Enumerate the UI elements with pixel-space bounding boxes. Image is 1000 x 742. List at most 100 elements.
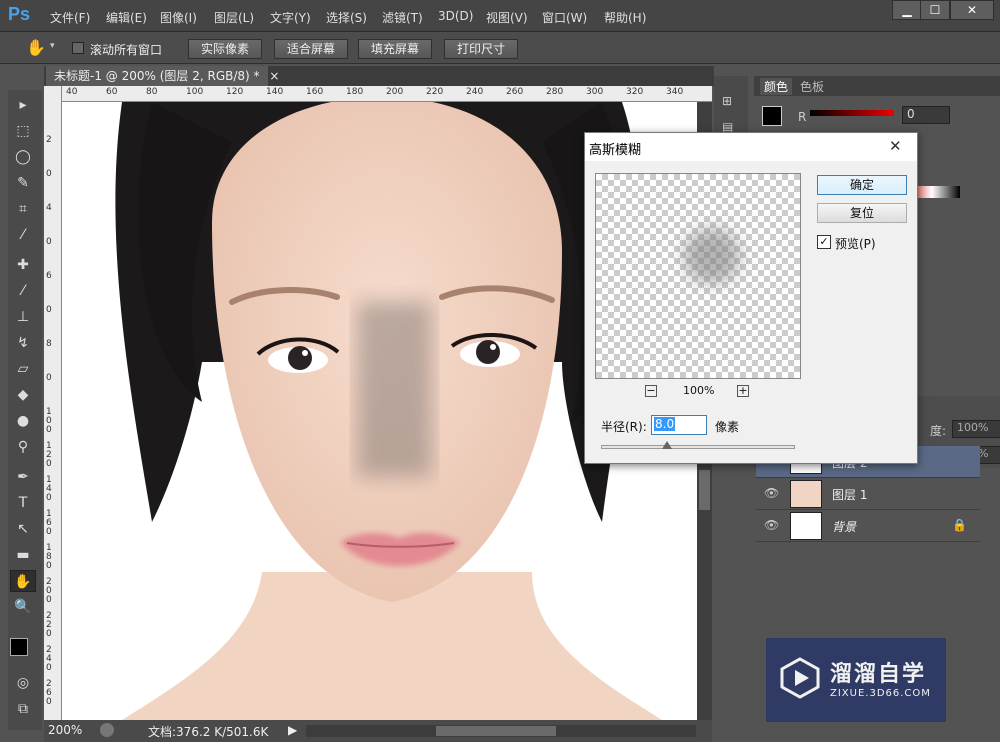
foreground-color-swatch[interactable]: [10, 638, 28, 656]
menu-window[interactable]: 窗口(W): [542, 9, 587, 26]
status-info-icon[interactable]: [100, 723, 114, 737]
layer-row-background[interactable]: 👁 背景 🔒: [756, 510, 980, 542]
tab-color[interactable]: 颜色: [760, 78, 793, 95]
healing-brush-tool-icon[interactable]: ✚: [10, 254, 36, 276]
lasso-tool-icon[interactable]: ◯: [10, 146, 36, 168]
actual-pixels-button[interactable]: 实际像素: [188, 39, 262, 59]
gaussian-blur-dialog: 高斯模糊 ✕ − 100% + 确定 复位 ✓ 预览(P) 半径(R): 8.0…: [584, 132, 918, 464]
menu-layer[interactable]: 图层(L): [214, 9, 254, 26]
maximize-button[interactable]: ☐: [920, 0, 950, 20]
opacity-input[interactable]: 100%: [952, 420, 1000, 438]
ruler-left-label: 6: [46, 271, 52, 281]
paint-bucket-tool-icon[interactable]: ◆: [10, 384, 36, 406]
quick-mask-icon[interactable]: ◎: [10, 672, 36, 694]
brush-tool-icon[interactable]: ⁄: [10, 280, 36, 302]
menu-type[interactable]: 文字(Y): [270, 9, 311, 26]
ruler-left-label: 0: [46, 373, 52, 383]
history-brush-tool-icon[interactable]: ↯: [10, 332, 36, 354]
scroll-all-windows-checkbox[interactable]: [72, 42, 84, 54]
ruler-top-label: 180: [346, 87, 364, 97]
status-bar: 200% 文档:376.2 K/501.6K ▶: [44, 720, 712, 742]
dialog-titlebar: 高斯模糊 ✕: [585, 133, 917, 161]
blur-tool-icon[interactable]: ●: [10, 410, 36, 432]
color-panel-tabs: 颜色 色板: [754, 76, 1000, 96]
background-thumbnail: [790, 512, 822, 540]
zoom-level[interactable]: 200%: [48, 723, 82, 737]
watermark-logo: 溜溜自学 ZIXUE.3D66.COM: [766, 638, 946, 722]
clone-stamp-tool-icon[interactable]: ⊥: [10, 306, 36, 328]
background-layer-name[interactable]: 背景: [832, 518, 856, 535]
dodge-tool-icon[interactable]: ⚲: [10, 436, 36, 458]
ruler-left-label: 0: [46, 237, 52, 247]
panel-foreground-swatch[interactable]: [762, 106, 782, 126]
ok-button[interactable]: 确定: [817, 175, 907, 195]
print-size-button[interactable]: 打印尺寸: [444, 39, 518, 59]
hand-tool-icon[interactable]: ✋: [10, 570, 36, 592]
fill-screen-button[interactable]: 填充屏幕: [358, 39, 432, 59]
horizontal-scrollbar-thumb[interactable]: [436, 726, 556, 736]
ruler-top-label: 80: [146, 87, 158, 97]
menu-help[interactable]: 帮助(H): [604, 9, 646, 26]
preview-checkbox[interactable]: ✓: [817, 235, 831, 249]
menu-edit[interactable]: 编辑(E): [106, 9, 147, 26]
fit-screen-button[interactable]: 适合屏幕: [274, 39, 348, 59]
radius-input[interactable]: 8.0: [651, 415, 707, 435]
layer-row-1[interactable]: 👁 图层 1: [756, 478, 980, 510]
photoshop-logo: Ps: [8, 4, 31, 24]
menu-image[interactable]: 图像(I): [160, 9, 197, 26]
rectangle-tool-icon[interactable]: ▬: [10, 544, 36, 566]
hand-tool-preset-icon[interactable]: ✋: [26, 38, 46, 57]
eye-icon[interactable]: 👁: [764, 486, 779, 500]
eyedropper-tool-icon[interactable]: ⁄: [10, 224, 36, 246]
ruler-top-label: 320: [626, 87, 644, 97]
menu-select[interactable]: 选择(S): [326, 9, 367, 26]
channel-r-label: R: [798, 110, 807, 124]
crop-tool-icon[interactable]: ⌗: [10, 198, 36, 220]
dialog-title: 高斯模糊: [589, 143, 642, 158]
blur-preview[interactable]: [595, 173, 801, 379]
tab-swatches[interactable]: 色板: [800, 78, 824, 95]
pen-tool-icon[interactable]: ✒: [10, 466, 36, 488]
red-slider[interactable]: [810, 110, 894, 116]
scrollbar-thumb[interactable]: [699, 470, 710, 510]
screen-mode-icon[interactable]: ⧉: [10, 698, 36, 720]
ruler-top-label: 260: [506, 87, 524, 97]
horizontal-scrollbar[interactable]: [306, 725, 696, 737]
chevron-down-icon[interactable]: ▾: [50, 41, 55, 51]
close-window-button[interactable]: ✕: [950, 0, 994, 20]
ruler-vertical: 2 0 4 0 6 0 8 0 1 0 0 1 2 0 1 4 0 1 6 0 1 8 0 2 0 0 2 …: [44, 86, 62, 720]
menu-3d[interactable]: 3D(D): [438, 9, 473, 23]
radius-slider-track[interactable]: [601, 445, 795, 449]
eraser-tool-icon[interactable]: ▱: [10, 358, 36, 380]
layer-1-name[interactable]: 图层 1: [832, 486, 867, 503]
close-tab-icon[interactable]: ×: [269, 69, 279, 83]
document-tab[interactable]: 未标题-1 @ 200% (图层 2, RGB/8) * ×: [46, 66, 279, 86]
ruler-top-label: 280: [546, 87, 564, 97]
move-tool-icon[interactable]: ▸: [10, 94, 36, 116]
history-panel-icon[interactable]: ⊞: [722, 94, 732, 108]
type-tool-icon[interactable]: T: [10, 492, 36, 514]
radius-slider-thumb[interactable]: [661, 441, 672, 449]
red-value-input[interactable]: 0: [902, 106, 950, 124]
dialog-close-button[interactable]: ✕: [889, 137, 902, 155]
quick-select-tool-icon[interactable]: ✎: [10, 172, 36, 194]
ruler-horizontal: 40 60 80 100 120 140 160 180 200 220 240 260 280 300 3…: [62, 86, 712, 102]
zoom-in-button[interactable]: +: [737, 385, 749, 397]
menu-view[interactable]: 视图(V): [486, 9, 528, 26]
menu-filter[interactable]: 滤镜(T): [382, 9, 423, 26]
eye-icon[interactable]: 👁: [764, 518, 779, 532]
ruler-left-label: 2 4 0: [46, 645, 52, 673]
ruler-left-label: 2 0 0: [46, 577, 52, 605]
lock-icon: 🔒: [952, 518, 967, 532]
ruler-left-label: 1 4 0: [46, 475, 52, 503]
zoom-out-button[interactable]: −: [645, 385, 657, 397]
zoom-tool-icon[interactable]: 🔍: [10, 596, 36, 618]
menu-file[interactable]: 文件(F): [50, 9, 90, 26]
scroll-all-windows-label: 滚动所有窗口: [90, 43, 163, 57]
minimize-button[interactable]: ▁: [892, 0, 922, 20]
path-selection-tool-icon[interactable]: ↖: [10, 518, 36, 540]
status-menu-arrow-icon[interactable]: ▶: [288, 723, 297, 737]
marquee-tool-icon[interactable]: ⬚: [10, 120, 36, 142]
reset-button[interactable]: 复位: [817, 203, 907, 223]
radius-label: 半径(R):: [601, 420, 647, 434]
